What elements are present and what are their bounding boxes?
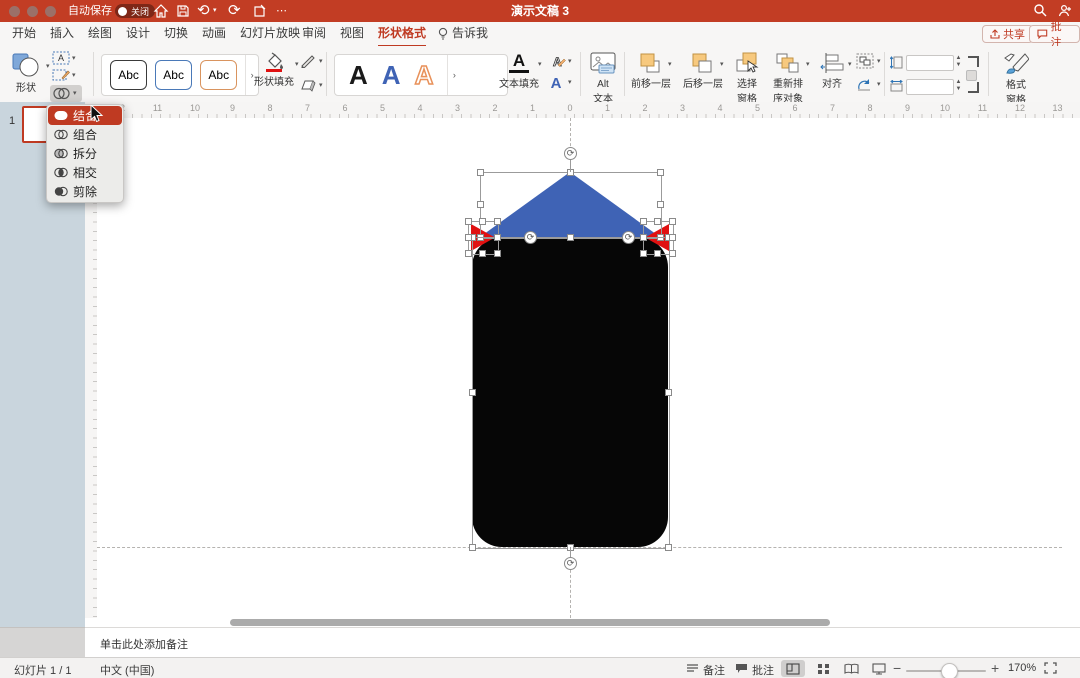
resize-handle[interactable] <box>665 389 672 396</box>
notes-placeholder[interactable]: 单击此处添加备注 <box>100 636 188 652</box>
comments-toggle-icon[interactable] <box>735 663 748 674</box>
pencil-tip-shape[interactable] <box>480 172 660 237</box>
resize-handle[interactable] <box>669 250 676 257</box>
slideshow-view-button[interactable] <box>867 660 891 677</box>
resize-handle[interactable] <box>640 218 647 225</box>
resize-handle[interactable] <box>465 218 472 225</box>
rotation-stem <box>570 547 571 557</box>
menu-item-subtract[interactable]: 剪除 <box>48 182 122 201</box>
notes-toggle-icon[interactable] <box>686 663 699 674</box>
menu-item-label: 剪除 <box>73 183 97 200</box>
slide-sorter-view-button[interactable] <box>811 660 835 677</box>
resize-handle[interactable] <box>657 201 664 208</box>
notes-toggle-label[interactable]: 备注 <box>703 662 725 678</box>
pencil-drawing[interactable] <box>0 0 1080 678</box>
resize-handle[interactable] <box>469 544 476 551</box>
status-bar: 幻灯片 1 / 1 中文 (中国) 备注 批注 − + 170% <box>0 657 1080 678</box>
normal-view-button[interactable] <box>781 660 805 677</box>
rotate-handle[interactable]: ⟳ <box>622 231 635 244</box>
merge-shapes-menu: 结合 组合 拆分 相交 剪除 <box>46 104 124 203</box>
rotate-handle[interactable]: ⟳ <box>564 147 577 160</box>
resize-handle[interactable] <box>657 169 664 176</box>
menu-item-fragment[interactable]: 拆分 <box>48 144 122 163</box>
resize-handle[interactable] <box>469 389 476 396</box>
resize-handle[interactable] <box>665 544 672 551</box>
reading-view-button[interactable] <box>839 660 863 677</box>
language-indicator[interactable]: 中文 (中国) <box>100 662 154 678</box>
resize-handle[interactable] <box>479 250 486 257</box>
slide-counter: 幻灯片 1 / 1 <box>14 662 71 678</box>
resize-handle[interactable] <box>567 234 574 241</box>
resize-handle[interactable] <box>494 218 501 225</box>
resize-handle[interactable] <box>669 218 676 225</box>
resize-handle[interactable] <box>477 234 484 241</box>
zoom-in-button[interactable]: + <box>991 660 999 676</box>
resize-handle[interactable] <box>654 218 661 225</box>
powerpoint-window: 自动保存 关闭 ⟲ ▾ ⟳ ⋯ 演示文稿 3 开始 插入 绘图 设计 切换 <box>0 0 1080 678</box>
zoom-slider-knob[interactable] <box>941 663 958 678</box>
menu-item-label: 相交 <box>73 164 97 181</box>
menu-item-union[interactable]: 结合 <box>48 106 122 125</box>
notes-left-gutter <box>0 627 85 658</box>
resize-handle[interactable] <box>657 234 664 241</box>
menu-item-combine[interactable]: 组合 <box>48 125 122 144</box>
menu-item-label: 拆分 <box>73 145 97 162</box>
horizontal-scrollbar[interactable] <box>230 619 830 626</box>
resize-handle[interactable] <box>465 250 472 257</box>
resize-handle[interactable] <box>477 201 484 208</box>
pencil-body-shape[interactable] <box>472 237 668 547</box>
rotate-handle[interactable]: ⟳ <box>524 231 537 244</box>
notes-pane[interactable]: 单击此处添加备注 <box>85 627 1080 658</box>
resize-handle[interactable] <box>479 218 486 225</box>
menu-item-intersect[interactable]: 相交 <box>48 163 122 182</box>
comments-toggle-label[interactable]: 批注 <box>752 662 774 678</box>
resize-handle[interactable] <box>654 250 661 257</box>
resize-handle[interactable] <box>640 250 647 257</box>
zoom-out-button[interactable]: − <box>893 660 901 676</box>
resize-handle[interactable] <box>477 169 484 176</box>
fullscreen-icon[interactable] <box>1044 662 1057 674</box>
resize-handle[interactable] <box>640 234 647 241</box>
resize-handle[interactable] <box>669 234 676 241</box>
mouse-cursor <box>90 105 104 123</box>
resize-handle[interactable] <box>465 234 472 241</box>
resize-handle[interactable] <box>494 250 501 257</box>
resize-handle[interactable] <box>494 234 501 241</box>
rotation-stem <box>570 159 571 172</box>
rotate-handle[interactable]: ⟳ <box>564 557 577 570</box>
menu-item-label: 组合 <box>73 126 97 143</box>
zoom-level[interactable]: 170% <box>1008 662 1036 674</box>
